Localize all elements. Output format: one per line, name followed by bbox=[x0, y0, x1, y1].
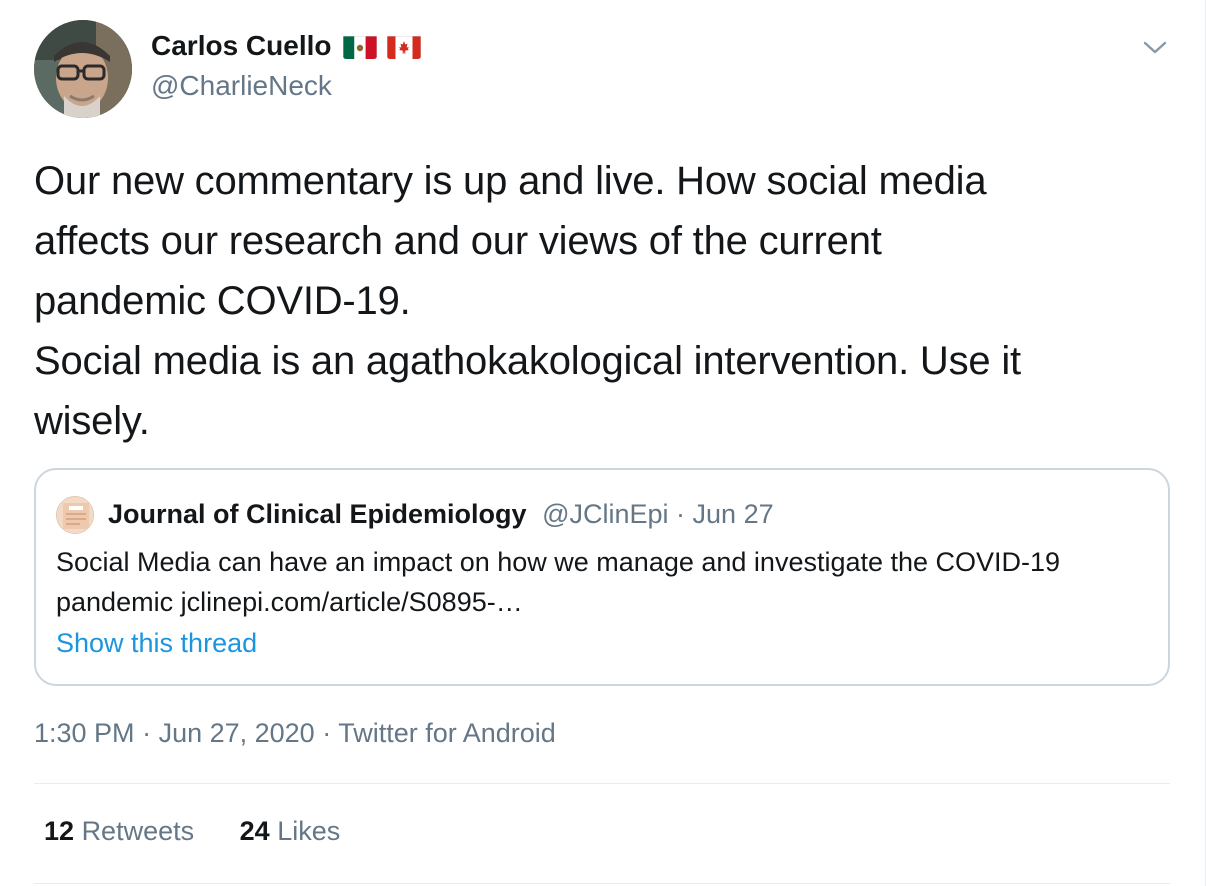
show-thread-link[interactable]: Show this thread bbox=[56, 628, 257, 659]
tweet-timestamp: 1:30 PM · Jun 27, 2020 · Twitter for And… bbox=[34, 718, 556, 749]
likes-count: 24 bbox=[239, 816, 270, 846]
quoted-author-avatar[interactable] bbox=[56, 496, 94, 534]
timestamp-separator-2: · bbox=[314, 718, 339, 748]
chevron-down-icon[interactable] bbox=[1140, 34, 1170, 60]
avatar-image bbox=[34, 20, 132, 118]
flag-canada-icon bbox=[387, 35, 422, 59]
tweet-source[interactable]: Twitter for Android bbox=[338, 718, 556, 748]
retweets-count: 12 bbox=[44, 816, 75, 846]
tweet-text: Our new commentary is up and live. How s… bbox=[34, 159, 1021, 443]
quoted-date[interactable]: Jun 27 bbox=[693, 499, 774, 529]
timestamp-separator: · bbox=[134, 718, 159, 748]
divider bbox=[34, 783, 1170, 784]
quoted-separator: · bbox=[668, 499, 693, 529]
quoted-author-name[interactable]: Journal of Clinical Epidemiology bbox=[108, 499, 527, 529]
author-avatar[interactable] bbox=[34, 20, 132, 118]
quoted-tweet-card[interactable]: Journal of Clinical Epidemiology @JClinE… bbox=[34, 468, 1170, 686]
retweets-stat[interactable]: 12 Retweets bbox=[44, 816, 194, 847]
author-display-name[interactable]: Carlos Cuello bbox=[151, 30, 331, 62]
flag-mexico-icon bbox=[343, 35, 378, 59]
divider-bottom bbox=[34, 883, 1170, 884]
tweet: Carlos Cuello @CharlieNeck Our new comme… bbox=[0, 0, 1206, 886]
likes-stat[interactable]: 24 Likes bbox=[240, 816, 341, 847]
tweet-stats: 12 Retweets 24 Likes bbox=[44, 816, 340, 847]
likes-label: Likes bbox=[277, 816, 341, 846]
tweet-date[interactable]: Jun 27, 2020 bbox=[159, 718, 315, 748]
retweets-label: Retweets bbox=[81, 816, 195, 846]
quoted-author-handle[interactable]: @JClinEpi bbox=[542, 499, 668, 529]
author-handle[interactable]: @CharlieNeck bbox=[151, 70, 332, 102]
quoted-tweet-text: Social Media can have an impact on how w… bbox=[56, 547, 1061, 617]
quoted-tweet-header: Journal of Clinical Epidemiology @JClinE… bbox=[108, 496, 774, 532]
tweet-time[interactable]: 1:30 PM bbox=[34, 718, 135, 748]
author-name-row[interactable]: Carlos Cuello bbox=[151, 30, 422, 62]
